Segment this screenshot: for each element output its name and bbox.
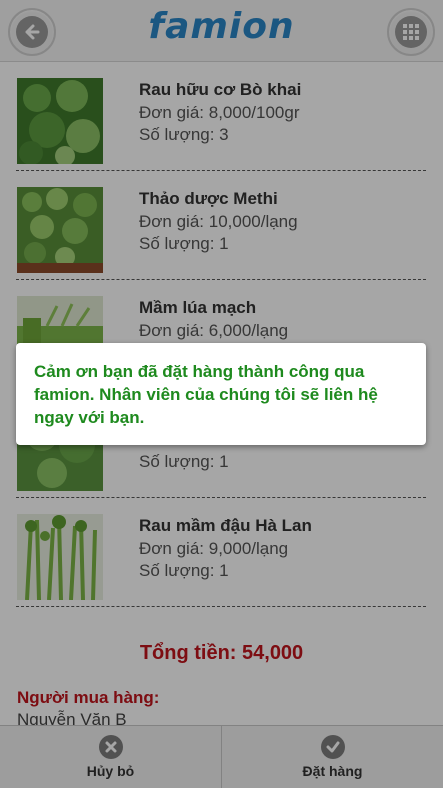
order-success-message: Cảm ơn bạn đã đặt hàng thành công qua fa… [16,343,426,445]
